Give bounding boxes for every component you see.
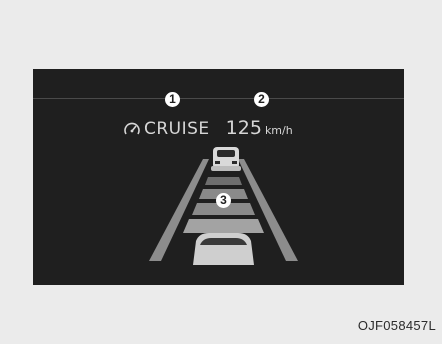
- lead-vehicle-icon: [211, 147, 241, 171]
- callout-2-badge: 2: [254, 92, 269, 107]
- callout-1-badge: 1: [165, 92, 180, 107]
- figure-code: OJF058457L: [357, 318, 436, 333]
- cruise-status-row: CRUISE 125 km/h: [123, 117, 293, 139]
- instrument-cluster-display: 1 2 3 CRUISE 125 km/h: [33, 69, 404, 285]
- cruise-speedometer-icon: [124, 122, 140, 135]
- set-speed-value: 125: [225, 117, 262, 139]
- own-vehicle-icon: [193, 233, 254, 265]
- manual-illustration: 1 2 3 CRUISE 125 km/h OJF058457L: [0, 0, 442, 344]
- distance-bar-4: [183, 219, 264, 233]
- cruise-label: CRUISE: [144, 119, 210, 139]
- lane-graphic: [149, 147, 298, 265]
- set-speed-unit: km/h: [264, 124, 293, 137]
- callout-3-badge: 3: [216, 193, 231, 208]
- distance-bar-1: [205, 177, 242, 185]
